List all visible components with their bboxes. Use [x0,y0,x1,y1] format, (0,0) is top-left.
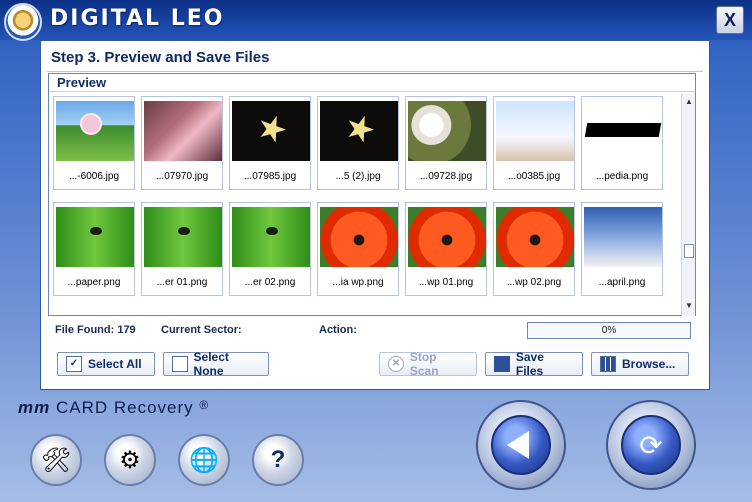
thumbnail[interactable]: ...wp 02.png [493,202,575,296]
browse-label: Browse... [622,357,676,371]
logo-image [584,101,662,161]
help-icon: ? [270,446,286,473]
thumbnail-label: ...-6006.jpg [68,171,120,182]
photo-green-grass-bug [56,207,134,267]
thumbnail-label: ...er 01.png [156,277,208,288]
thumbnail-label: ...wp 01.png [418,277,474,288]
thumbnail-label: ...07970.jpg [155,171,209,182]
thumbnail[interactable]: ...paper.png [53,202,135,296]
thumbnail-label: ...07985.jpg [243,171,297,182]
scroll-down-icon[interactable]: ▼ [683,300,695,312]
back-arrow-icon [491,415,551,475]
logo-text: DIGITAL LEO [50,6,225,31]
brand-name: CARD Recovery [55,398,194,417]
progress-bar: 0% [527,322,691,339]
thumbnail-label: ...wp 02.png [506,277,562,288]
thumbnail-label: ...pedia.png [595,171,649,182]
photo-green-grass-bug [144,207,222,267]
step-title: Step 3. Preview and Save Files [51,49,270,66]
photo-yellow-flower-dark [232,101,310,161]
thumbnail[interactable]: ...april.png [581,202,663,296]
thumbnail[interactable]: ...o0385.jpg [493,96,575,190]
thumbnail[interactable]: ...pedia.png [581,96,663,190]
brand-prefix: mm [18,398,51,417]
photo-tree-sky [496,101,574,161]
calendar-grid-icon [600,356,616,372]
left-triangle-icon [507,431,529,459]
globe-icon: 🌐 [189,446,219,474]
photo-red-poppy [320,207,398,267]
wizard-panel: Step 3. Preview and Save Files Preview .… [40,40,710,390]
thumbnail-grid: ...-6006.jpg ...07970.jpg ...07985.jpg .… [53,96,677,316]
brand-symbol: ® [199,398,210,412]
floppy-disk-icon [494,356,510,372]
photo-red-poppy [496,207,574,267]
button-row: ✓ Select All Select None ✕ Stop Scan Sav… [55,350,705,378]
tools-button[interactable]: 🛠 [30,434,82,486]
refresh-icon: ⟳ [621,415,681,475]
scroll-thumb[interactable] [684,244,694,258]
select-all-label: Select All [88,357,142,371]
thumbnail[interactable]: ...er 01.png [141,202,223,296]
thumbnail-label: ...5 (2).jpg [335,171,381,182]
thumbnail-label: ...april.png [598,277,646,288]
title-divider [47,71,703,72]
checkbox-icon: ✓ [66,356,82,372]
brand-label: mm CARD Recovery ® [18,398,209,418]
stop-icon: ✕ [388,356,404,372]
photo-white-blossoms [408,101,486,161]
back-button[interactable] [476,400,566,490]
photo-blossom-tree [584,207,662,267]
action-label: Action: [319,324,357,336]
title-bar: DIGITAL LEO X [0,0,752,41]
thumbnail[interactable]: ...-6006.jpg [53,96,135,190]
pliers-icon: 🛠 [40,446,72,474]
thumbnail[interactable]: ...07985.jpg [229,96,311,190]
photo-flower-blue-sky [56,101,134,161]
save-files-label: Save Files [515,350,544,378]
photo-green-grass-bug [232,207,310,267]
select-none-label: Select None [193,350,229,378]
page-icon [172,356,188,372]
thumbnail[interactable]: ...ia wp.png [317,202,399,296]
photo-pink-blossoms [144,101,222,161]
file-found-label: File Found: 179 [55,324,136,336]
stop-scan-label: Stop Scan [409,350,439,378]
browse-button[interactable]: Browse... [591,352,689,376]
thumbnail-label: ...paper.png [67,277,121,288]
stop-scan-button[interactable]: ✕ Stop Scan [379,350,477,378]
save-files-button[interactable]: Save Files [485,350,583,378]
gears-icon: ⚙ [119,446,141,474]
preview-box: Preview ...-6006.jpg ...07970.jpg ...079… [48,73,696,316]
thumbnail-label: ...er 02.png [244,277,296,288]
restart-button[interactable]: ⟳ [606,400,696,490]
thumbnail[interactable]: ...wp 01.png [405,202,487,296]
thumbnail[interactable]: ...07970.jpg [141,96,223,190]
thumbnail-label: ...o0385.jpg [507,171,561,182]
thumbnail[interactable]: ...09728.jpg [405,96,487,190]
vertical-scrollbar[interactable]: ▲ ▼ [681,94,695,316]
close-button[interactable]: X [716,6,744,34]
photo-yellow-flower-dark [320,101,398,161]
photo-red-poppy [408,207,486,267]
preview-header: Preview [49,74,695,92]
thumbnail[interactable]: ...5 (2).jpg [317,96,399,190]
logo-seal-icon [4,3,42,41]
settings-button[interactable]: ⚙ [104,434,156,486]
thumbnail-label: ...ia wp.png [332,277,384,288]
web-button[interactable]: 🌐 [178,434,230,486]
thumbnail-label: ...09728.jpg [419,171,473,182]
current-sector-label: Current Sector: [161,324,242,336]
select-all-button[interactable]: ✓ Select All [57,352,155,376]
help-button[interactable]: ? [252,434,304,486]
select-none-button[interactable]: Select None [163,350,269,378]
scroll-up-icon[interactable]: ▲ [683,96,695,108]
thumbnail[interactable]: ...er 02.png [229,202,311,296]
